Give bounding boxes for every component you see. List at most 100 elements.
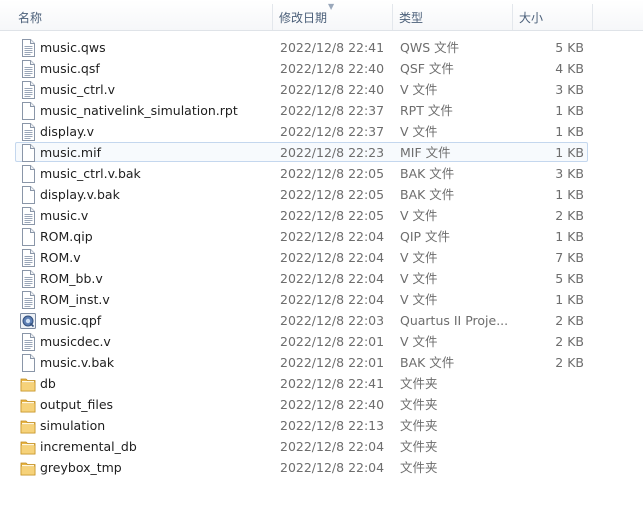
file-row[interactable]: music.v 2022/12/8 22:05 V 文件 2 KB: [15, 205, 588, 225]
file-modified-date: 2022/12/8 22:04: [280, 292, 385, 307]
file-row[interactable]: music.qws 2022/12/8 22:41 QWS 文件 5 KB: [15, 37, 588, 57]
file-size: 3 KB: [555, 166, 584, 181]
file-modified-date: 2022/12/8 22:40: [280, 397, 385, 412]
text-file-icon: [20, 39, 36, 57]
file-row[interactable]: music.qsf 2022/12/8 22:40 QSF 文件 4 KB: [15, 58, 588, 78]
file-row[interactable]: ROM.v 2022/12/8 22:04 V 文件 7 KB: [15, 247, 588, 267]
file-type: V 文件: [400, 82, 438, 97]
file-modified-date: 2022/12/8 22:05: [280, 187, 385, 202]
file-name: ROM_inst.v: [40, 292, 110, 307]
column-header-name[interactable]: 名称: [12, 0, 270, 30]
file-name: music_ctrl.v: [40, 82, 115, 97]
column-header-size[interactable]: 大小: [513, 0, 591, 30]
file-size: 1 KB: [555, 103, 584, 118]
file-row[interactable]: music_ctrl.v 2022/12/8 22:40 V 文件 3 KB: [15, 79, 588, 99]
file-size: 5 KB: [555, 40, 584, 55]
file-size: 1 KB: [555, 145, 584, 160]
text-file-icon: [20, 207, 36, 225]
file-row[interactable]: musicdec.v 2022/12/8 22:01 V 文件 2 KB: [15, 331, 588, 351]
column-divider[interactable]: [592, 4, 593, 30]
column-header-type[interactable]: 类型: [393, 0, 511, 30]
file-row[interactable]: ROM.qip 2022/12/8 22:04 QIP 文件 1 KB: [15, 226, 588, 246]
folder-row[interactable]: output_files 2022/12/8 22:40 文件夹: [15, 394, 588, 414]
file-modified-date: 2022/12/8 22:05: [280, 208, 385, 223]
file-name: music.mif: [40, 145, 101, 160]
file-modified-date: 2022/12/8 22:03: [280, 313, 385, 328]
file-name: greybox_tmp: [40, 460, 122, 475]
file-size: 1 KB: [555, 124, 584, 139]
file-type: V 文件: [400, 124, 438, 139]
folder-icon: [20, 459, 36, 477]
file-row[interactable]: music_ctrl.v.bak 2022/12/8 22:05 BAK 文件 3 K…: [15, 163, 588, 183]
file-size: 5 KB: [555, 271, 584, 286]
file-type: QIP 文件: [400, 229, 451, 244]
text-file-icon: [20, 81, 36, 99]
file-name: music.qpf: [40, 313, 102, 328]
file-name: music.v: [40, 208, 89, 223]
file-row[interactable]: music.mif 2022/12/8 22:23 MIF 文件 1 KB: [15, 142, 588, 162]
file-modified-date: 2022/12/8 22:37: [280, 124, 385, 139]
folder-row[interactable]: greybox_tmp 2022/12/8 22:04 文件夹: [15, 457, 588, 477]
file-modified-date: 2022/12/8 22:04: [280, 271, 385, 286]
file-row[interactable]: ROM_inst.v 2022/12/8 22:04 V 文件 1 KB: [15, 289, 588, 309]
file-size: 2 KB: [555, 334, 584, 349]
blank-file-icon: [20, 144, 36, 162]
file-modified-date: 2022/12/8 22:40: [280, 82, 385, 97]
file-modified-date: 2022/12/8 22:04: [280, 229, 385, 244]
folder-row[interactable]: simulation 2022/12/8 22:13 文件夹: [15, 415, 588, 435]
file-row[interactable]: ROM_bb.v 2022/12/8 22:04 V 文件 5 KB: [15, 268, 588, 288]
blank-file-icon: [20, 186, 36, 204]
file-type: QSF 文件: [400, 61, 454, 76]
quartus-project-icon: [20, 312, 36, 330]
file-type: 文件夹: [400, 376, 438, 391]
file-name: display.v: [40, 124, 94, 139]
file-size: 2 KB: [555, 355, 584, 370]
file-size: 1 KB: [555, 229, 584, 244]
file-name: ROM.qip: [40, 229, 93, 244]
file-type: 文件夹: [400, 397, 438, 412]
file-name: music.qsf: [40, 61, 100, 76]
file-name: simulation: [40, 418, 106, 433]
file-type: RPT 文件: [400, 103, 453, 118]
text-file-icon: [20, 123, 36, 141]
file-name: music_nativelink_simulation.rpt: [40, 103, 238, 118]
file-type: V 文件: [400, 292, 438, 307]
file-name: musicdec.v: [40, 334, 111, 349]
file-type: V 文件: [400, 271, 438, 286]
file-modified-date: 2022/12/8 22:04: [280, 439, 385, 454]
file-row[interactable]: display.v.bak 2022/12/8 22:05 BAK 文件 1 KB: [15, 184, 588, 204]
file-type: QWS 文件: [400, 40, 460, 55]
file-name: output_files: [40, 397, 114, 412]
file-size: 2 KB: [555, 313, 584, 328]
file-modified-date: 2022/12/8 22:37: [280, 103, 385, 118]
file-modified-date: 2022/12/8 22:01: [280, 334, 385, 349]
file-modified-date: 2022/12/8 22:01: [280, 355, 385, 370]
file-type: 文件夹: [400, 439, 438, 454]
file-size: 7 KB: [555, 250, 584, 265]
file-name: ROM.v: [40, 250, 81, 265]
text-file-icon: [20, 60, 36, 78]
file-size: 2 KB: [555, 208, 584, 223]
file-size: 3 KB: [555, 82, 584, 97]
file-name: incremental_db: [40, 439, 137, 454]
file-type: BAK 文件: [400, 166, 455, 181]
file-modified-date: 2022/12/8 22:04: [280, 460, 385, 475]
blank-file-icon: [20, 354, 36, 372]
file-row[interactable]: music_nativelink_simulation.rpt 2022/12/8…: [15, 100, 588, 120]
file-modified-date: 2022/12/8 22:41: [280, 40, 385, 55]
file-row[interactable]: music.qpf 2022/12/8 22:03 Quartus II Proje…: [15, 310, 588, 330]
file-type: 文件夹: [400, 418, 438, 433]
file-size: 1 KB: [555, 187, 584, 202]
file-row[interactable]: display.v 2022/12/8 22:37 V 文件 1 KB: [15, 121, 588, 141]
file-row[interactable]: music.v.bak 2022/12/8 22:01 BAK 文件 2 KB: [15, 352, 588, 372]
file-type: 文件夹: [400, 460, 438, 475]
file-modified-date: 2022/12/8 22:23: [280, 145, 385, 160]
file-type: Quartus II Proje...: [400, 313, 509, 328]
file-type: V 文件: [400, 208, 438, 223]
folder-row[interactable]: db 2022/12/8 22:41 文件夹: [15, 373, 588, 393]
file-type: MIF 文件: [400, 145, 451, 160]
file-name: db: [40, 376, 56, 391]
file-modified-date: 2022/12/8 22:40: [280, 61, 385, 76]
folder-row[interactable]: incremental_db 2022/12/8 22:04 文件夹: [15, 436, 588, 456]
file-type: BAK 文件: [400, 355, 455, 370]
